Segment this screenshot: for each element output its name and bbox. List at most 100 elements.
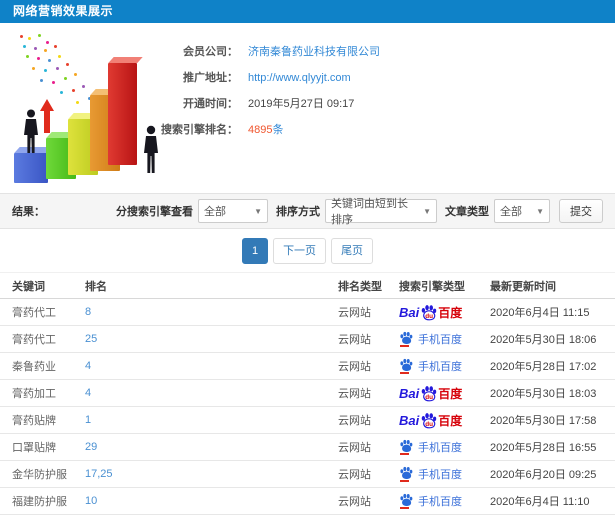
pagination: 1 下一页 尾页	[0, 229, 615, 272]
col-header-engine-type: 搜索引擎类型	[395, 272, 483, 299]
engine-cell: 手机百度	[395, 433, 483, 461]
filter-bar: 结果： 分搜索引擎查看 全部 ▼ 排序方式 关键词由短到长排序 ▼ 文章类型 全…	[0, 193, 615, 229]
engine-filter-label: 分搜索引擎查看	[116, 206, 193, 218]
mobile-baidu-paw-icon	[399, 493, 413, 509]
svg-text:du: du	[426, 394, 434, 401]
page-title: 网络营销效果展示	[13, 4, 114, 18]
rank-type-cell: 云网站	[330, 487, 395, 515]
last-page-button[interactable]: 尾页	[331, 237, 374, 264]
mobile-baidu-paw-icon	[399, 358, 413, 374]
page-button-1[interactable]: 1	[241, 237, 269, 264]
updated-cell: 2020年6月4日 11:10	[483, 487, 615, 515]
article-type-value: 全部	[500, 206, 522, 218]
clipart-bar-blue	[14, 153, 48, 183]
col-header-rank-type: 排名类型	[330, 272, 395, 299]
updated-cell: 2020年5月30日 18:03	[483, 379, 615, 407]
rank-link[interactable]: 17,25	[80, 460, 330, 488]
baidu-logo: Bai du 百度	[399, 305, 463, 321]
updated-cell: 2020年5月28日 17:02	[483, 352, 615, 380]
col-header-rank: 排名	[80, 272, 330, 299]
keyword-cell: 金华防护服	[0, 460, 80, 488]
rank-link[interactable]: 10	[80, 487, 330, 515]
rank-type-cell: 云网站	[330, 460, 395, 488]
updated-cell: 2020年6月20日 09:25	[483, 460, 615, 488]
mobile-baidu-logo: 手机百度	[399, 439, 462, 455]
rank-link[interactable]: 29	[80, 433, 330, 461]
rank-type-cell: 云网站	[330, 298, 395, 326]
bar-chart-clipart	[6, 33, 166, 185]
baidu-paw-icon: du	[421, 413, 437, 429]
promo-url-label: 推广地址：	[183, 72, 238, 84]
member-company-row: 会员公司： 济南秦鲁药业科技有限公司	[155, 39, 615, 65]
engine-cell: Bai du 百度	[395, 406, 483, 434]
baidu-logo: Bai du 百度	[399, 413, 463, 429]
updated-cell: 2020年6月4日 11:15	[483, 298, 615, 326]
table-row: 秦鲁药业 4 云网站 手机百度 2020年5月28日 17:02	[0, 352, 615, 380]
rank-type-cell: 云网站	[330, 379, 395, 407]
rank-link[interactable]: 1	[80, 406, 330, 434]
chevron-down-icon: ▼	[536, 206, 544, 216]
mobile-baidu-paw-icon	[399, 439, 413, 455]
businessman-figure	[24, 109, 38, 153]
mobile-baidu-logo: 手机百度	[399, 358, 462, 374]
table-row: 口罩贴牌 29 云网站 手机百度 2020年5月28日 16:55	[0, 433, 615, 461]
promo-url-link[interactable]: http://www.qlyyjt.com	[248, 65, 351, 91]
open-time-row: 开通时间： 2019年5月27日 09:17	[155, 91, 615, 117]
engine-filter-select[interactable]: 全部 ▼	[198, 199, 268, 223]
sort-filter-label: 排序方式	[276, 206, 320, 218]
member-company-label: 会员公司：	[183, 46, 238, 58]
window-title-bar: 网络营销效果展示	[0, 0, 615, 23]
engine-cell: 手机百度	[395, 487, 483, 515]
engine-cell: 手机百度	[395, 352, 483, 380]
mobile-baidu-logo: 手机百度	[399, 466, 462, 482]
article-type-select[interactable]: 全部 ▼	[494, 199, 550, 223]
submit-button[interactable]: 提交	[559, 199, 603, 223]
keyword-cell: 口罩贴牌	[0, 433, 80, 461]
rank-unit: 条	[272, 124, 284, 136]
businessman-thinking-figure	[144, 125, 158, 173]
rank-type-cell: 云网站	[330, 325, 395, 353]
svg-text:du: du	[426, 421, 434, 428]
table-row: 膏药代工 25 云网站 手机百度 2020年5月30日 18:06	[0, 325, 615, 353]
rank-type-cell: 云网站	[330, 406, 395, 434]
rank-link[interactable]: 4	[80, 379, 330, 407]
chevron-down-icon: ▼	[423, 206, 431, 216]
clipart-bar-red	[108, 63, 137, 165]
rank-link[interactable]: 25	[80, 325, 330, 353]
rank-type-cell: 云网站	[330, 433, 395, 461]
table-header-row: 关键词 排名 排名类型 搜索引擎类型 最新更新时间	[0, 272, 615, 299]
member-company-link[interactable]: 济南秦鲁药业科技有限公司	[248, 39, 380, 65]
rank-link[interactable]: 8	[80, 298, 330, 326]
table-row: 膏药贴牌 1 云网站 Bai du 百度 2020年5月30日 17:58	[0, 406, 615, 434]
sort-filter-select[interactable]: 关键词由短到长排序 ▼	[325, 198, 437, 226]
col-header-keyword: 关键词	[0, 272, 80, 299]
table-row: 福建防护服 10 云网站 手机百度 2020年6月4日 11:10	[0, 487, 615, 515]
sort-filter-value: 关键词由短到长排序	[331, 198, 408, 226]
rank-count: 4895	[248, 124, 273, 136]
keyword-cell: 膏药贴牌	[0, 406, 80, 434]
confetti-decoration	[20, 35, 23, 38]
mobile-baidu-logo: 手机百度	[399, 493, 462, 509]
keyword-cell: 秦鲁药业	[0, 352, 80, 380]
engine-cell: Bai du 百度	[395, 298, 483, 326]
rank-type-cell: 云网站	[330, 352, 395, 380]
table-row: 金华防护服 17,25 云网站 手机百度 2020年6月20日 09:25	[0, 460, 615, 488]
next-page-button[interactable]: 下一页	[273, 237, 327, 264]
company-info-list: 会员公司： 济南秦鲁药业科技有限公司 推广地址： http://www.qlyy…	[155, 23, 615, 143]
summary-section: 会员公司： 济南秦鲁药业科技有限公司 推广地址： http://www.qlyy…	[0, 23, 615, 193]
updated-cell: 2020年5月30日 18:06	[483, 325, 615, 353]
baidu-paw-icon: du	[421, 305, 437, 321]
engine-cell: 手机百度	[395, 325, 483, 353]
results-table: 关键词 排名 排名类型 搜索引擎类型 最新更新时间 膏药代工 8 云网站 Bai…	[0, 272, 615, 515]
engine-rank-row: 搜索引擎排名： 4895条	[155, 117, 615, 143]
engine-rank-value: 4895条	[248, 117, 283, 143]
up-arrow-icon	[40, 99, 54, 133]
mobile-baidu-logo: 手机百度	[399, 331, 462, 347]
result-label: 结果：	[12, 206, 45, 218]
updated-cell: 2020年5月28日 16:55	[483, 433, 615, 461]
rank-link[interactable]: 4	[80, 352, 330, 380]
chevron-down-icon: ▼	[254, 206, 262, 216]
partial-next-row	[0, 515, 615, 521]
article-type-label: 文章类型	[445, 206, 489, 218]
keyword-cell: 福建防护服	[0, 487, 80, 515]
